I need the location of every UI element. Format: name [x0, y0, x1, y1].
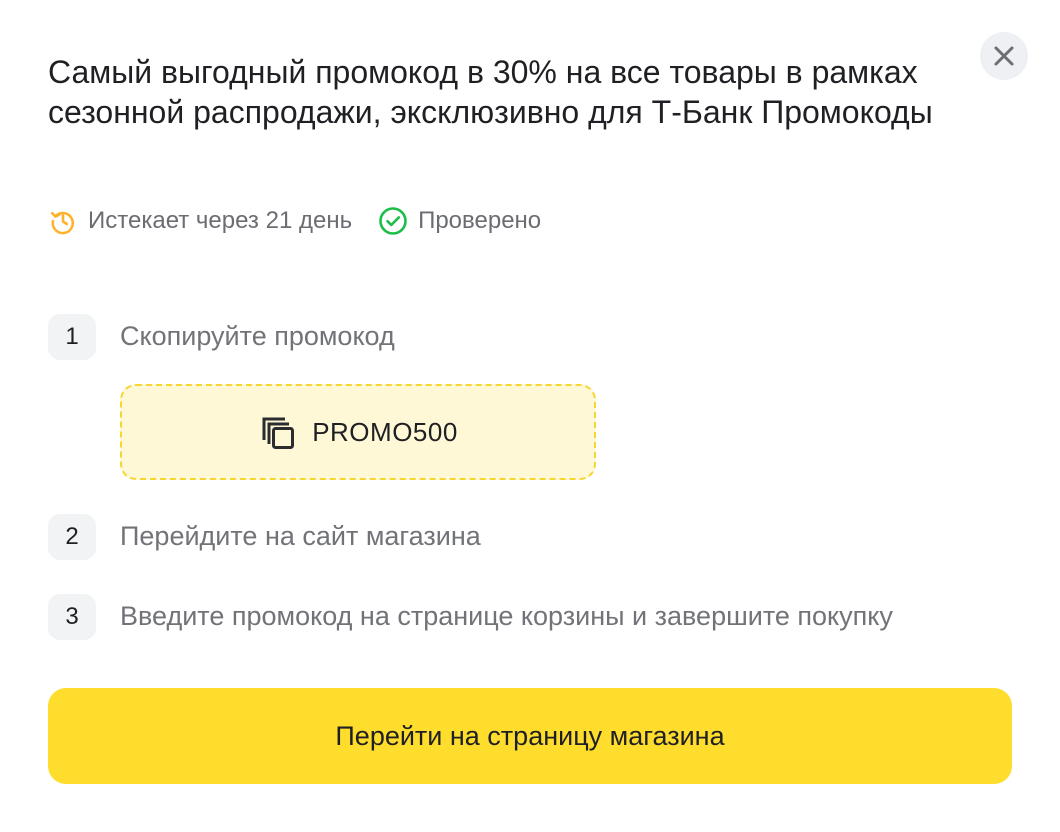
promo-code-copy-button[interactable]: PROMO500: [120, 384, 596, 480]
close-icon: [993, 45, 1015, 67]
check-circle-icon: [378, 206, 408, 236]
clock-history-icon: [48, 206, 78, 236]
step-number-1: 1: [48, 314, 96, 360]
go-to-store-button[interactable]: Перейти на страницу магазина: [48, 688, 1012, 784]
step-text-3: Введите промокод на странице корзины и з…: [120, 601, 893, 631]
copy-icon: [258, 413, 296, 451]
step-number-2: 2: [48, 514, 96, 560]
step-text-2: Перейдите на сайт магазина: [120, 521, 481, 551]
verified-info: Проверено: [378, 206, 541, 236]
expiry-info: Истекает через 21 день: [48, 206, 352, 236]
step-number-3: 3: [48, 594, 96, 640]
promo-meta: Истекает через 21 день Проверено: [48, 204, 541, 238]
close-button[interactable]: [980, 32, 1028, 80]
promo-modal: Самый выгодный промокод в 30% на все тов…: [0, 0, 1060, 832]
expiry-text: Истекает через 21 день: [88, 207, 353, 234]
promo-code-text: PROMO500: [312, 416, 458, 447]
verified-text: Проверено: [418, 207, 542, 234]
step-text-1: Скопируйте промокод: [120, 321, 395, 351]
promo-title: Самый выгодный промокод в 30% на все тов…: [48, 54, 933, 130]
